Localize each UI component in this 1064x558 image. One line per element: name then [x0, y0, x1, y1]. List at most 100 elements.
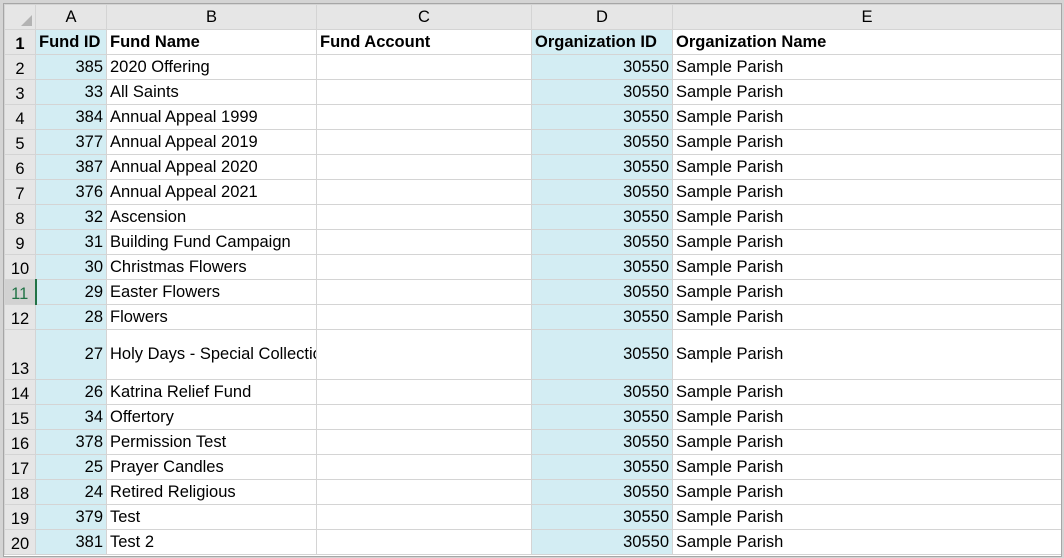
- cell-fund-id[interactable]: 376: [35, 179, 107, 205]
- column-header-a[interactable]: A: [35, 4, 107, 30]
- cell-fund-account[interactable]: [316, 454, 532, 480]
- cell-organization-name[interactable]: Sample Parish: [672, 304, 1061, 330]
- cell-fund-id[interactable]: 378: [35, 429, 107, 455]
- cell-organization-id[interactable]: 30550: [531, 454, 673, 480]
- row-header[interactable]: 1: [4, 29, 36, 55]
- cell-fund-name[interactable]: Annual Appeal 1999: [106, 104, 317, 130]
- cell-organization-id[interactable]: 30550: [531, 204, 673, 230]
- cell-organization-id[interactable]: 30550: [531, 379, 673, 405]
- cell-organization-name[interactable]: Sample Parish: [672, 179, 1061, 205]
- cell-fund-id[interactable]: 34: [35, 404, 107, 430]
- cell-fund-name[interactable]: Katrina Relief Fund: [106, 379, 317, 405]
- cell-fund-account[interactable]: [316, 154, 532, 180]
- cell-organization-id[interactable]: 30550: [531, 54, 673, 80]
- column-header-c[interactable]: C: [316, 4, 532, 30]
- cell-fund-account[interactable]: [316, 379, 532, 405]
- cell-fund-id[interactable]: 387: [35, 154, 107, 180]
- cell-organization-name[interactable]: Sample Parish: [672, 504, 1061, 530]
- cell-organization-id[interactable]: 30550: [531, 304, 673, 330]
- row-header[interactable]: 11: [4, 279, 37, 305]
- cell-organization-name[interactable]: Sample Parish: [672, 404, 1061, 430]
- row-header[interactable]: 15: [4, 404, 36, 430]
- cell-fund-id[interactable]: 31: [35, 229, 107, 255]
- cell-fund-id[interactable]: 24: [35, 479, 107, 505]
- cell-organization-id[interactable]: 30550: [531, 154, 673, 180]
- row-header[interactable]: 4: [4, 104, 36, 130]
- cell-fund-id[interactable]: 33: [35, 79, 107, 105]
- cell-fund-name[interactable]: Offertory: [106, 404, 317, 430]
- cell-fund-id[interactable]: 28: [35, 304, 107, 330]
- cell-fund-id[interactable]: 32: [35, 204, 107, 230]
- cell-organization-name[interactable]: Sample Parish: [672, 529, 1061, 555]
- cell-organization-name[interactable]: Sample Parish: [672, 279, 1061, 305]
- cell-fund-name[interactable]: 2020 Offering: [106, 54, 317, 80]
- cell-fund-account[interactable]: [316, 229, 532, 255]
- cell-fund-id[interactable]: 26: [35, 379, 107, 405]
- cell-fund-id[interactable]: 27: [35, 329, 107, 380]
- cell-fund-name[interactable]: Annual Appeal 2019: [106, 129, 317, 155]
- cell-organization-id[interactable]: 30550: [531, 229, 673, 255]
- cell-fund-name[interactable]: Flowers: [106, 304, 317, 330]
- cell-fund-account[interactable]: [316, 104, 532, 130]
- cell-fund-account[interactable]: [316, 204, 532, 230]
- cell-organization-name[interactable]: Sample Parish: [672, 429, 1061, 455]
- cell-organization-name-header[interactable]: Organization Name: [672, 29, 1061, 55]
- cell-organization-id[interactable]: 30550: [531, 504, 673, 530]
- row-header[interactable]: 10: [4, 254, 36, 280]
- cell-organization-id[interactable]: 30550: [531, 279, 673, 305]
- cell-fund-account[interactable]: [316, 279, 532, 305]
- cell-organization-id[interactable]: 30550: [531, 404, 673, 430]
- cell-organization-name[interactable]: Sample Parish: [672, 479, 1061, 505]
- cell-organization-name[interactable]: Sample Parish: [672, 454, 1061, 480]
- cell-fund-id[interactable]: 377: [35, 129, 107, 155]
- row-header[interactable]: 19: [4, 504, 36, 530]
- row-header[interactable]: 16: [4, 429, 36, 455]
- cell-organization-name[interactable]: Sample Parish: [672, 54, 1061, 80]
- cell-organization-id-header[interactable]: Organization ID: [531, 29, 673, 55]
- cell-organization-id[interactable]: 30550: [531, 479, 673, 505]
- cell-organization-name[interactable]: Sample Parish: [672, 204, 1061, 230]
- cell-fund-account[interactable]: [316, 329, 532, 380]
- cell-fund-account-header[interactable]: Fund Account: [316, 29, 532, 55]
- cell-fund-account[interactable]: [316, 404, 532, 430]
- cell-fund-account[interactable]: [316, 254, 532, 280]
- cell-fund-account[interactable]: [316, 529, 532, 555]
- cell-organization-name[interactable]: Sample Parish: [672, 329, 1061, 380]
- cell-organization-name[interactable]: Sample Parish: [672, 104, 1061, 130]
- row-header[interactable]: 20: [4, 529, 36, 555]
- row-header[interactable]: 12: [4, 304, 36, 330]
- column-header-d[interactable]: D: [531, 4, 673, 30]
- cell-fund-name[interactable]: Christmas Flowers: [106, 254, 317, 280]
- cell-organization-id[interactable]: 30550: [531, 254, 673, 280]
- cell-fund-id[interactable]: 381: [35, 529, 107, 555]
- cell-fund-account[interactable]: [316, 54, 532, 80]
- row-header[interactable]: 17: [4, 454, 36, 480]
- cell-fund-id-header[interactable]: Fund ID: [35, 29, 107, 55]
- cell-fund-name[interactable]: Annual Appeal 2020: [106, 154, 317, 180]
- row-header[interactable]: 13: [4, 329, 36, 380]
- cell-organization-name[interactable]: Sample Parish: [672, 129, 1061, 155]
- row-header[interactable]: 7: [4, 179, 36, 205]
- cell-fund-name[interactable]: Easter Flowers: [106, 279, 317, 305]
- cell-organization-id[interactable]: 30550: [531, 429, 673, 455]
- cell-fund-account[interactable]: [316, 79, 532, 105]
- cell-fund-name-header[interactable]: Fund Name: [106, 29, 317, 55]
- cell-organization-id[interactable]: 30550: [531, 79, 673, 105]
- column-header-b[interactable]: B: [106, 4, 317, 30]
- cell-organization-id[interactable]: 30550: [531, 529, 673, 555]
- cell-fund-name[interactable]: Test 2: [106, 529, 317, 555]
- row-header[interactable]: 14: [4, 379, 36, 405]
- select-all-button[interactable]: [4, 4, 36, 30]
- cell-fund-account[interactable]: [316, 429, 532, 455]
- cell-organization-id[interactable]: 30550: [531, 129, 673, 155]
- row-header[interactable]: 3: [4, 79, 36, 105]
- cell-organization-name[interactable]: Sample Parish: [672, 229, 1061, 255]
- cell-organization-name[interactable]: Sample Parish: [672, 379, 1061, 405]
- cell-fund-name[interactable]: Prayer Candles: [106, 454, 317, 480]
- cell-fund-id[interactable]: 385: [35, 54, 107, 80]
- cell-fund-id[interactable]: 29: [35, 279, 107, 305]
- cell-fund-name[interactable]: Holy Days - Special Collections: [106, 329, 317, 380]
- cell-fund-account[interactable]: [316, 504, 532, 530]
- cell-fund-name[interactable]: Permission Test: [106, 429, 317, 455]
- cell-organization-id[interactable]: 30550: [531, 104, 673, 130]
